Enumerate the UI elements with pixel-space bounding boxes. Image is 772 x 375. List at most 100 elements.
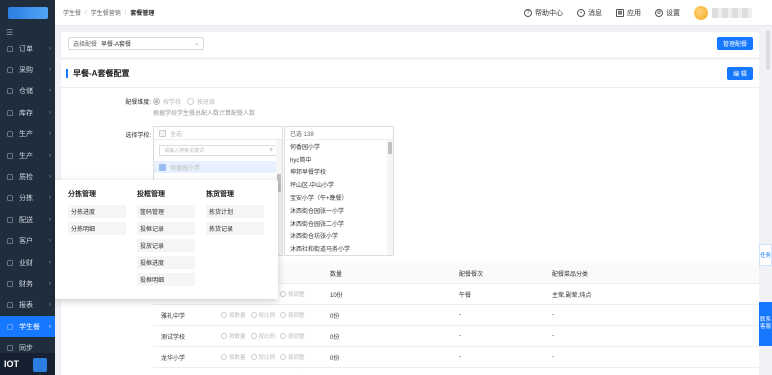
- report-icon: ▢: [6, 302, 14, 310]
- settings-button[interactable]: ⚙ 设置: [655, 8, 680, 18]
- school-name-cell: 龙华小学: [161, 355, 186, 362]
- list-item[interactable]: 沐西街仓园张一小学: [285, 204, 393, 217]
- logo[interactable]: [0, 0, 55, 26]
- checkbox[interactable]: [159, 163, 166, 171]
- chevron-right-icon: ›: [49, 238, 51, 245]
- chevron-right-icon: ›: [49, 152, 51, 159]
- list-item[interactable]: 沐西街仓园张二小学: [285, 217, 393, 230]
- avatar[interactable]: [694, 6, 708, 20]
- list-item[interactable]: 宝安小学（午+晚餐）: [285, 191, 393, 204]
- sidebar-item[interactable]: ▢ 仓储 ›: [0, 81, 55, 102]
- list-item[interactable]: 坤邦早餐学校: [285, 166, 393, 179]
- sidebar-item[interactable]: ▢ 生产 ›: [0, 124, 55, 145]
- school-name-cell: 雅礼中学: [161, 313, 186, 320]
- breadcrumb-item[interactable]: 学生餐: [63, 8, 81, 17]
- sidebar-item[interactable]: ▢ 财务 ›: [0, 273, 55, 294]
- sidebar-item-label: 同步: [19, 345, 33, 353]
- submenu-item[interactable]: 分拣明细: [68, 222, 126, 235]
- breadcrumb-item[interactable]: 学生餐营销: [91, 8, 121, 17]
- username-blurred[interactable]: [712, 8, 752, 18]
- truck-icon: ▢: [6, 216, 14, 224]
- sidebar-item[interactable]: ▢ 学生餐 ›: [0, 316, 55, 338]
- radio-dot: [250, 332, 257, 339]
- radio-dot: [280, 290, 287, 297]
- mode-radio[interactable]: 按数量: [221, 332, 246, 340]
- apps-button[interactable]: ▦ 应用: [616, 8, 641, 18]
- gear-icon: ⚙: [655, 9, 663, 17]
- sidebar-item[interactable]: ▢ 客户 ›: [0, 231, 55, 252]
- plan-select[interactable]: 选择配餐 早餐-A套餐 ⌄: [68, 37, 204, 50]
- mode-radio[interactable]: 按比例: [250, 311, 276, 319]
- chevron-right-icon: ›: [49, 280, 51, 287]
- sidebar-item[interactable]: ▢ 采购 ›: [0, 59, 55, 80]
- checkbox[interactable]: [159, 129, 166, 137]
- list-item[interactable]: 沐西社和街道马务小学: [285, 242, 393, 255]
- menu-collapse-icon[interactable]: ☰: [0, 26, 55, 38]
- chevron-down-icon: ⌄: [193, 41, 199, 47]
- mode-radio[interactable]: 按调整: [280, 311, 305, 319]
- radio-by-class[interactable]: 按班级: [187, 97, 215, 106]
- help-label: 帮助中心: [535, 10, 563, 17]
- search-icon[interactable]: ⌕: [270, 147, 273, 154]
- submenu-item[interactable]: 投放记录: [137, 239, 195, 252]
- radio-label: 按调整: [288, 354, 305, 361]
- submenu-item[interactable]: 投框记录: [137, 222, 195, 235]
- sidebar-item[interactable]: ▢ 配送 ›: [0, 209, 55, 230]
- submenu-item[interactable]: 投框进度: [137, 256, 195, 269]
- sidebar-item-label: 采购: [19, 67, 33, 75]
- submenu-item[interactable]: 拣货记录: [206, 222, 264, 235]
- list-item[interactable]: 沐西街仓坊张小学: [285, 230, 393, 243]
- sidebar-item[interactable]: ▢ 报表 ›: [0, 295, 55, 316]
- transfer-search-input[interactable]: 请输入搜索关键词 ⌕: [159, 145, 277, 156]
- sidebar-item-label: 生产: [19, 131, 33, 139]
- iot-banner[interactable]: IOT: [0, 353, 55, 375]
- scrollbar-thumb[interactable]: [388, 142, 392, 154]
- mode-radio[interactable]: 按比例: [250, 332, 275, 340]
- radio-dot: [187, 98, 194, 105]
- table-row: 麦岗小学按数量按比例按调整0份--: [153, 368, 759, 375]
- contact-service-button[interactable]: 联系客服: [759, 302, 772, 346]
- sidebar-item-label: 库存: [19, 109, 33, 117]
- divider: [61, 87, 759, 88]
- mode-radio[interactable]: 按调整: [280, 290, 305, 298]
- sidebar-item[interactable]: ▢ 订单 ›: [0, 38, 55, 59]
- sidebar-item[interactable]: ▢ 分拣 ›: [0, 188, 55, 209]
- list-item[interactable]: 坪山区-中山小学: [285, 178, 393, 191]
- scrollbar[interactable]: [387, 140, 393, 255]
- list-item[interactable]: hyc简中: [285, 153, 393, 166]
- mode-radio[interactable]: 按调整: [280, 332, 305, 340]
- table-row: 测试学校 按数量 按比例 按调整 0份 - -: [153, 326, 759, 347]
- submenu-item[interactable]: 投框明细: [137, 273, 195, 286]
- radio-by-school[interactable]: 按学校: [153, 97, 181, 106]
- list-item[interactable]: 何香园小学: [285, 140, 393, 153]
- list-item[interactable]: 何香园小学: [154, 161, 282, 173]
- chevron-right-icon: ›: [49, 323, 51, 330]
- help-center-button[interactable]: ? 帮助中心: [524, 8, 563, 18]
- submenu-item[interactable]: 筐码管理: [137, 205, 195, 218]
- page-scrollbar[interactable]: [766, 30, 770, 70]
- sidebar-item[interactable]: ▢ 业财 ›: [0, 252, 55, 273]
- messages-button[interactable]: • 消息: [577, 8, 602, 18]
- mode-radio[interactable]: 按比例: [250, 353, 275, 361]
- submenu-item[interactable]: 拣货计划: [206, 205, 264, 218]
- sidebar-item-label: 学生餐: [19, 323, 40, 331]
- search-placeholder: 请输入搜索关键词: [164, 148, 205, 154]
- mode-radio-group: 按数量 按比例 按调整: [213, 311, 322, 320]
- submenu-item[interactable]: 分拣进度: [68, 205, 126, 218]
- radio-label: 按比例: [258, 312, 276, 319]
- sidebar-item[interactable]: ▢ 质检 ›: [0, 166, 55, 187]
- sidebar-item[interactable]: ▢ 生产 ›: [0, 145, 55, 166]
- radio-dot: [250, 353, 257, 360]
- column-header: 数量: [330, 271, 343, 278]
- edit-button[interactable]: 编 辑: [727, 67, 753, 80]
- task-float-button[interactable]: 任务: [759, 244, 772, 266]
- transfer-select-all[interactable]: 全选: [154, 127, 282, 140]
- mode-radio[interactable]: 按调整: [280, 353, 305, 361]
- school-meal-icon: ▢: [6, 323, 14, 331]
- sidebar-item-label: 客户: [19, 238, 33, 246]
- sidebar-item[interactable]: ▢ 库存 ›: [0, 102, 55, 123]
- manage-plan-button[interactable]: 管理配餐: [717, 37, 753, 50]
- mode-radio[interactable]: 按数量: [221, 311, 246, 319]
- apps-label: 应用: [627, 10, 641, 17]
- mode-radio[interactable]: 按数量: [221, 353, 246, 361]
